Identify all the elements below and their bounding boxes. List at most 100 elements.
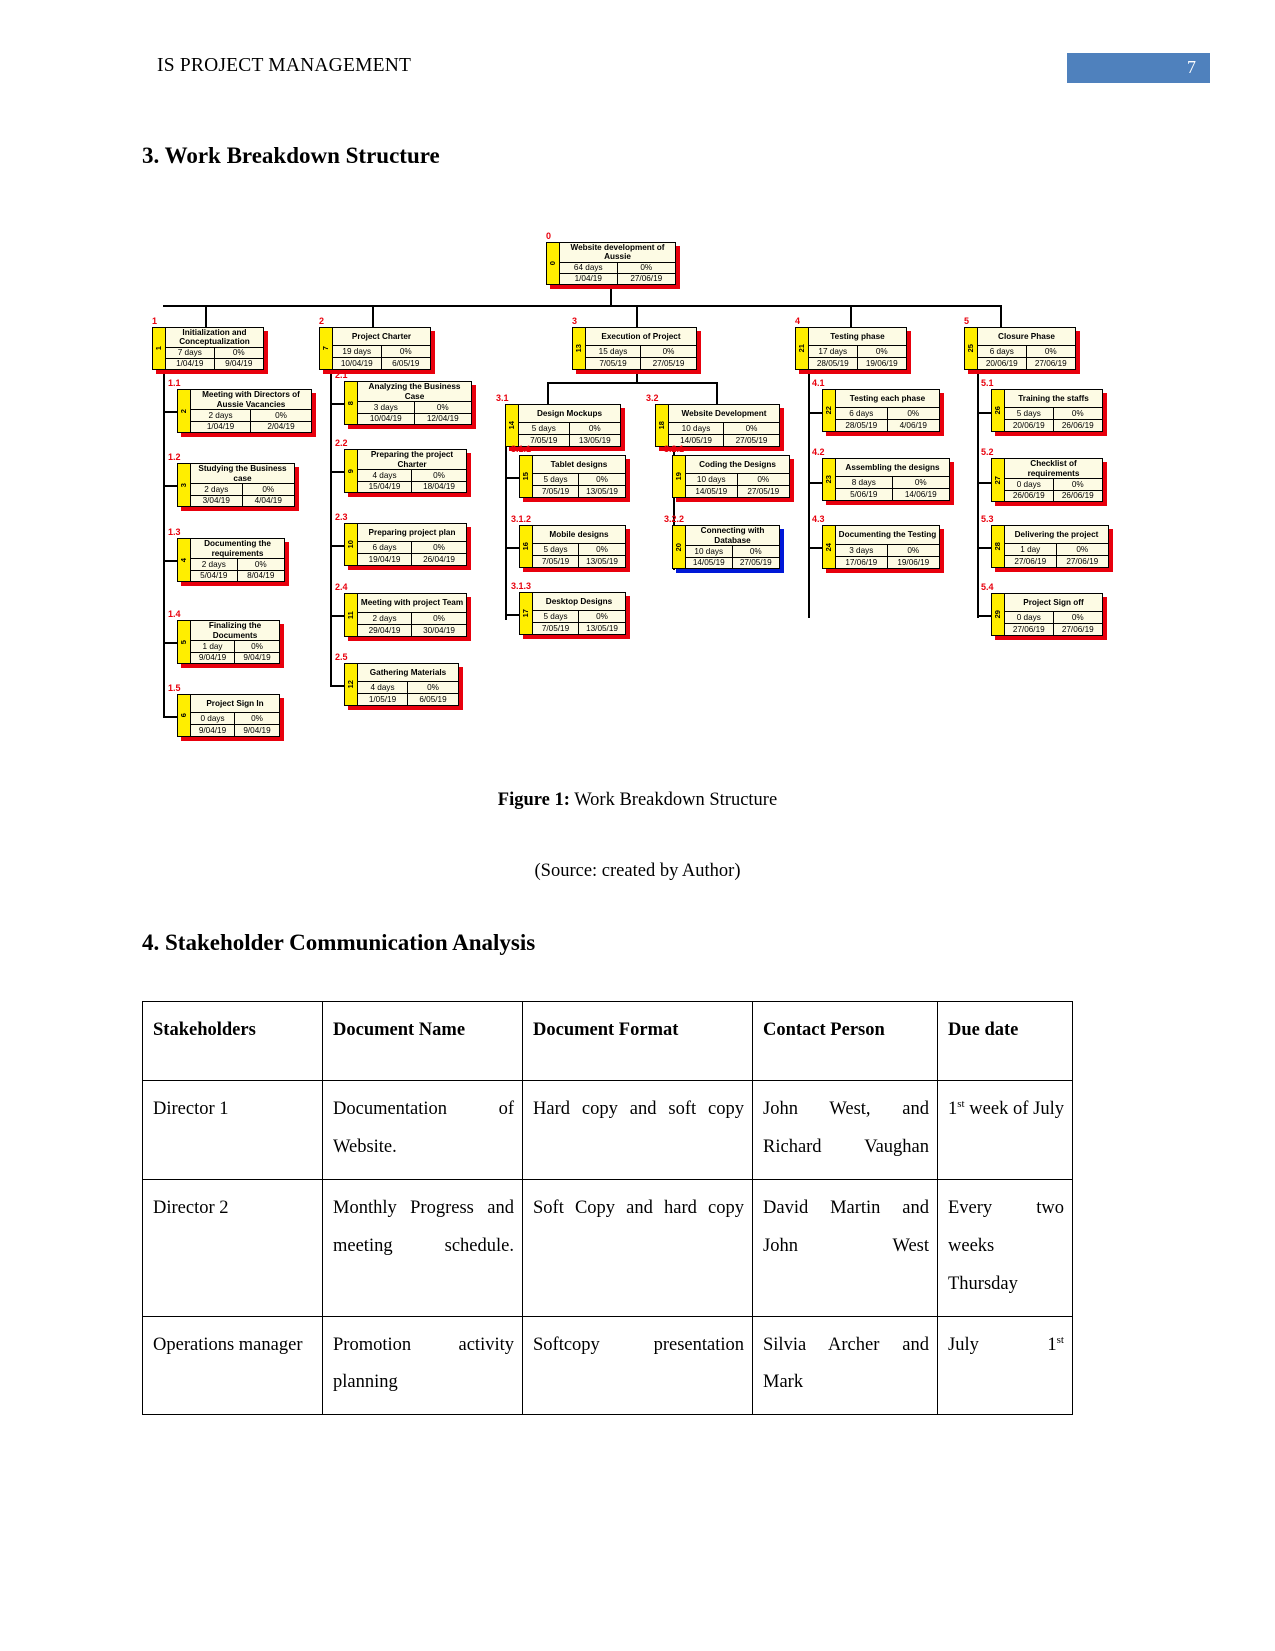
task-finish: 6/05/19 xyxy=(392,358,420,368)
wbs-number: 3.1.1 xyxy=(511,444,532,454)
task-start: 9/04/19 xyxy=(191,652,235,664)
wbs-node-1-3[interactable]: 4 Documenting the requirements 2 days 0% … xyxy=(177,538,285,582)
task-id: 8 xyxy=(345,382,358,424)
cell-due-date: July 1st xyxy=(937,1315,1073,1416)
wbs-node-2-2[interactable]: 9 Preparing the project Charter 4 days 0%… xyxy=(344,449,467,493)
task-id: 26 xyxy=(992,390,1005,431)
wbs-node-1-2[interactable]: 3 Studying the Business case 2 days 0% 3/… xyxy=(177,463,295,507)
task-duration: 5 days xyxy=(533,611,579,622)
wbs-node-1-4[interactable]: 5 Finalizing the Documents 1 day 0% 9/04/… xyxy=(177,620,280,664)
wbs-node-3-1-2[interactable]: 16 Mobile designs 5 days 0% 7/05/19 13/05/… xyxy=(519,525,626,568)
task-title: Testing phase xyxy=(830,331,885,341)
connector xyxy=(330,403,344,405)
connector xyxy=(977,482,991,484)
task-progress: 0% xyxy=(399,346,412,356)
connector xyxy=(330,615,344,617)
task-start: 20/06/19 xyxy=(1005,420,1054,431)
task-finish: 2/04/19 xyxy=(267,422,295,432)
task-progress: 0% xyxy=(254,559,267,569)
wbs-node-3-2[interactable]: 18 Website Development 10 days 0% 14/05/1… xyxy=(655,404,780,447)
task-id: 1 xyxy=(153,328,166,369)
connector xyxy=(330,685,344,687)
table-row: Operations manager Promotion activity pl… xyxy=(142,1315,1073,1416)
task-finish: 26/06/19 xyxy=(1061,420,1094,430)
connector xyxy=(1000,305,1002,327)
connector xyxy=(977,615,991,617)
figure-caption-label: Figure 1: xyxy=(497,790,570,810)
task-id: 12 xyxy=(345,664,358,705)
wbs-node-1-1[interactable]: 2 Meeting with Directors of Aussie Vacan… xyxy=(177,389,312,433)
wbs-node-5-3[interactable]: 28 Delivering the project 1 day 0% 27/06/… xyxy=(991,525,1109,568)
task-progress: 0% xyxy=(262,484,275,494)
wbs-node-3-2-2[interactable]: 20 Connecting with Database 10 days 0% 14… xyxy=(672,525,780,569)
wbs-node-3-1-1[interactable]: 15 Tablet designs 5 days 0% 7/05/19 13/05/… xyxy=(519,455,626,498)
wbs-number: 4 xyxy=(795,316,801,326)
wbs-node-3-1-3[interactable]: 17 Desktop Designs 5 days 0% 7/05/19 13/05… xyxy=(519,592,626,635)
wbs-node-2-3[interactable]: 10 Preparing project plan 6 days 0% 19/04… xyxy=(344,523,467,566)
wbs-node-3-2-1[interactable]: 19 Coding the Designs 10 days 0% 14/05/19… xyxy=(672,455,790,498)
wbs-node-2[interactable]: 7 Project Charter 19 days 0% 10/04/19 6/05… xyxy=(319,327,431,370)
wbs-node-4-1[interactable]: 22 Testing each phase 6 days 0% 28/05/19 4… xyxy=(822,389,940,432)
task-id: 25 xyxy=(965,328,978,369)
task-title: Connecting with Database xyxy=(700,526,765,545)
page-number: 7 xyxy=(1187,57,1196,77)
wbs-node-4-3[interactable]: 24 Documenting the Testing 3 days 0% 17/0… xyxy=(822,525,940,569)
column-header-document-name: Document Name xyxy=(322,1001,523,1081)
wbs-node-2-4[interactable]: 11 Meeting with project Team 2 days 0% 29… xyxy=(344,593,467,637)
task-finish: 27/06/19 xyxy=(1061,624,1094,634)
connector xyxy=(330,363,332,687)
wbs-node-4[interactable]: 21 Testing phase 17 days 0% 28/05/19 19/06… xyxy=(795,327,907,370)
connector xyxy=(850,305,852,327)
cell-document-format: Softcopy presentation xyxy=(522,1315,753,1416)
connector xyxy=(205,305,207,327)
task-progress: 0% xyxy=(875,346,888,356)
task-start: 10/04/19 xyxy=(358,413,415,425)
task-finish: 9/04/19 xyxy=(243,653,271,663)
task-finish: 19/06/19 xyxy=(865,358,898,368)
wbs-node-0[interactable]: 0 Website development of Aussie 64 days 0… xyxy=(546,242,676,285)
task-duration: 5 days xyxy=(1005,408,1054,419)
wbs-node-5-2[interactable]: 27 Checklist of requirements 0 days 0% 26… xyxy=(991,458,1103,502)
connector xyxy=(163,560,177,562)
cell-document-name: Promotion activity planning xyxy=(322,1315,523,1416)
wbs-number: 3.2.1 xyxy=(664,444,685,454)
task-start: 7/05/19 xyxy=(533,486,579,497)
connector xyxy=(977,412,991,414)
task-start: 17/06/19 xyxy=(836,557,888,568)
work-breakdown-structure-diagram: 0 0 Website development of Aussie 64 day… xyxy=(0,215,1275,775)
wbs-node-2-5[interactable]: 12 Gathering Materials 4 days 0% 1/05/19 6… xyxy=(344,663,459,706)
wbs-node-5-1[interactable]: 26 Training the staffs 5 days 0% 20/06/19… xyxy=(991,389,1103,432)
wbs-node-3-1[interactable]: 14 Design Mockups 5 days 0% 7/05/19 13/05/… xyxy=(505,404,621,447)
wbs-node-5[interactable]: 25 Closure Phase 6 days 0% 20/06/19 27/06/… xyxy=(964,327,1076,370)
task-id: 9 xyxy=(345,450,358,492)
due-date-ordinal: st xyxy=(957,1097,965,1110)
cell-document-name: Monthly Progress and meeting schedule. xyxy=(322,1178,523,1317)
task-start: 14/05/19 xyxy=(686,486,738,497)
task-id: 2 xyxy=(178,390,191,432)
wbs-node-2-1[interactable]: 8 Analyzing the Business Case 3 days 0% 1… xyxy=(344,381,472,425)
task-finish: 13/05/19 xyxy=(586,623,618,633)
task-title: Tablet designs xyxy=(550,459,608,469)
task-start: 1/04/19 xyxy=(560,273,618,284)
wbs-node-1[interactable]: 1 Initialization and Conceptualization 7… xyxy=(152,327,264,370)
wbs-node-5-4[interactable]: 29 Project Sign off 0 days 0% 27/06/19 27/… xyxy=(991,593,1103,636)
task-title: Meeting with project Team xyxy=(360,598,464,608)
connector xyxy=(330,545,344,547)
task-duration: 10 days xyxy=(669,423,724,434)
task-duration: 0 days xyxy=(191,713,235,724)
wbs-node-1-5[interactable]: 6 Project Sign In 0 days 0% 9/04/19 9/04/1… xyxy=(177,694,280,737)
task-id: 17 xyxy=(520,593,533,634)
task-id: 0 xyxy=(547,243,560,284)
task-duration: 1 day xyxy=(1005,544,1057,555)
task-id: 7 xyxy=(320,328,333,369)
wbs-node-3[interactable]: 13 Execution of Project 15 days 0% 7/05/1… xyxy=(572,327,697,370)
wbs-number: 3.2.2 xyxy=(664,514,685,524)
task-start: 3/04/19 xyxy=(191,495,243,507)
wbs-number: 1.3 xyxy=(168,527,181,537)
task-id: 13 xyxy=(573,328,586,369)
task-duration: 17 days xyxy=(809,346,858,357)
wbs-node-4-2[interactable]: 23 Assembling the designs 8 days 0% 5/06/… xyxy=(822,458,950,501)
task-finish: 27/05/19 xyxy=(747,486,780,496)
task-progress: 0% xyxy=(433,542,445,552)
wbs-number: 3.1.3 xyxy=(511,581,532,591)
